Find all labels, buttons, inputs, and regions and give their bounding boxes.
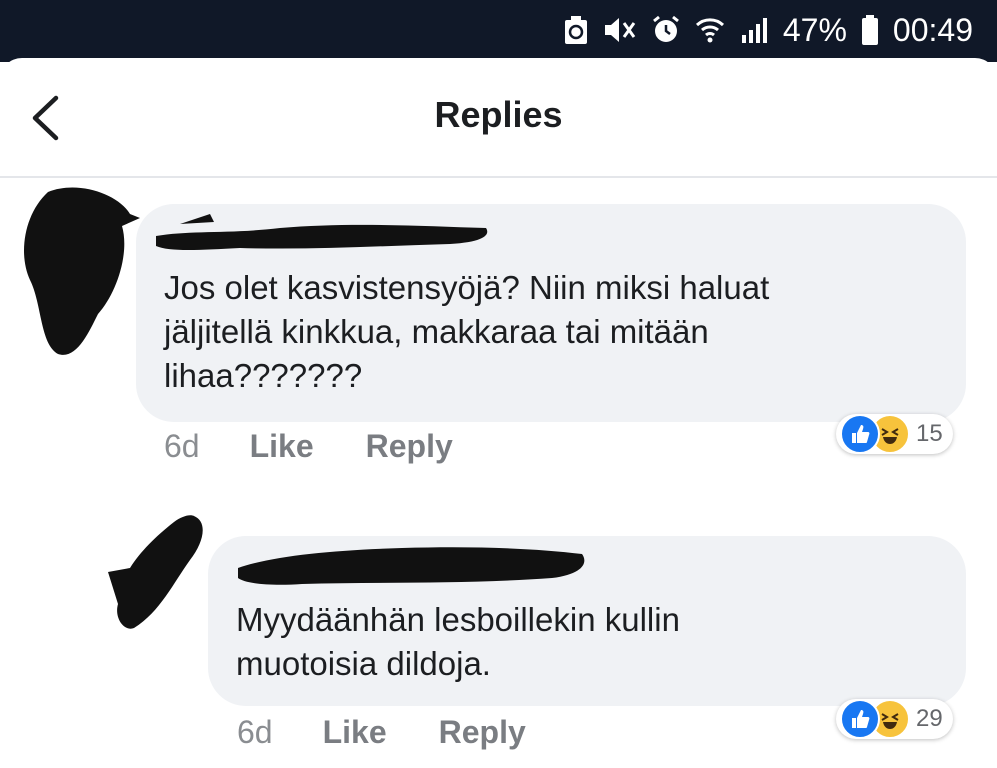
battery-icon	[861, 14, 879, 46]
comment-actions: 6d Like Reply	[237, 714, 526, 751]
reactions-summary[interactable]: 29	[836, 699, 953, 739]
vibrate-mute-icon	[603, 15, 637, 45]
reply-button[interactable]: Reply	[439, 714, 526, 751]
author-name-redacted[interactable]	[150, 210, 495, 259]
replies-header: Replies	[0, 58, 997, 178]
alarm-icon	[651, 15, 681, 45]
status-icons: 47% 00:49	[563, 10, 973, 50]
like-icon	[840, 699, 880, 739]
avatar-redacted[interactable]	[18, 184, 142, 365]
author-name-redacted[interactable]	[232, 538, 592, 595]
reply-button[interactable]: Reply	[366, 428, 453, 465]
comment-timestamp: 6d	[164, 428, 200, 464]
comment-text-line: muotoisia dildoja.	[236, 645, 491, 682]
signal-icon	[739, 15, 769, 45]
comment-text: Myydäänhän lesboillekin kullin muotoisia…	[236, 598, 956, 686]
comment-actions: 6d Like Reply	[164, 428, 453, 465]
comment-text-line: lihaa???????	[164, 357, 363, 394]
comment-text-line: Jos olet kasvistensyöjä? Niin miksi halu…	[164, 269, 770, 306]
comment-timestamp: 6d	[237, 714, 273, 750]
comment-text-line: Myydäänhän lesboillekin kullin	[236, 601, 680, 638]
like-button[interactable]: Like	[250, 428, 314, 465]
page-title: Replies	[434, 94, 563, 135]
battery-percent: 47%	[782, 11, 847, 48]
clock-time: 00:49	[892, 11, 973, 48]
like-button[interactable]: Like	[323, 714, 387, 751]
reactions-summary[interactable]: 15	[836, 414, 953, 454]
comment-text-line: jäljitellä kinkkua, makkaraa tai mitään	[164, 313, 709, 350]
recycle-notification-icon	[563, 14, 589, 46]
wifi-icon	[695, 15, 725, 45]
like-icon	[840, 414, 880, 454]
avatar-redacted[interactable]	[104, 512, 212, 637]
reaction-count: 15	[916, 420, 943, 447]
status-bar: 47% 00:49	[0, 0, 997, 62]
reaction-count: 29	[916, 705, 943, 732]
comment-text: Jos olet kasvistensyöjä? Niin miksi halu…	[164, 266, 954, 398]
